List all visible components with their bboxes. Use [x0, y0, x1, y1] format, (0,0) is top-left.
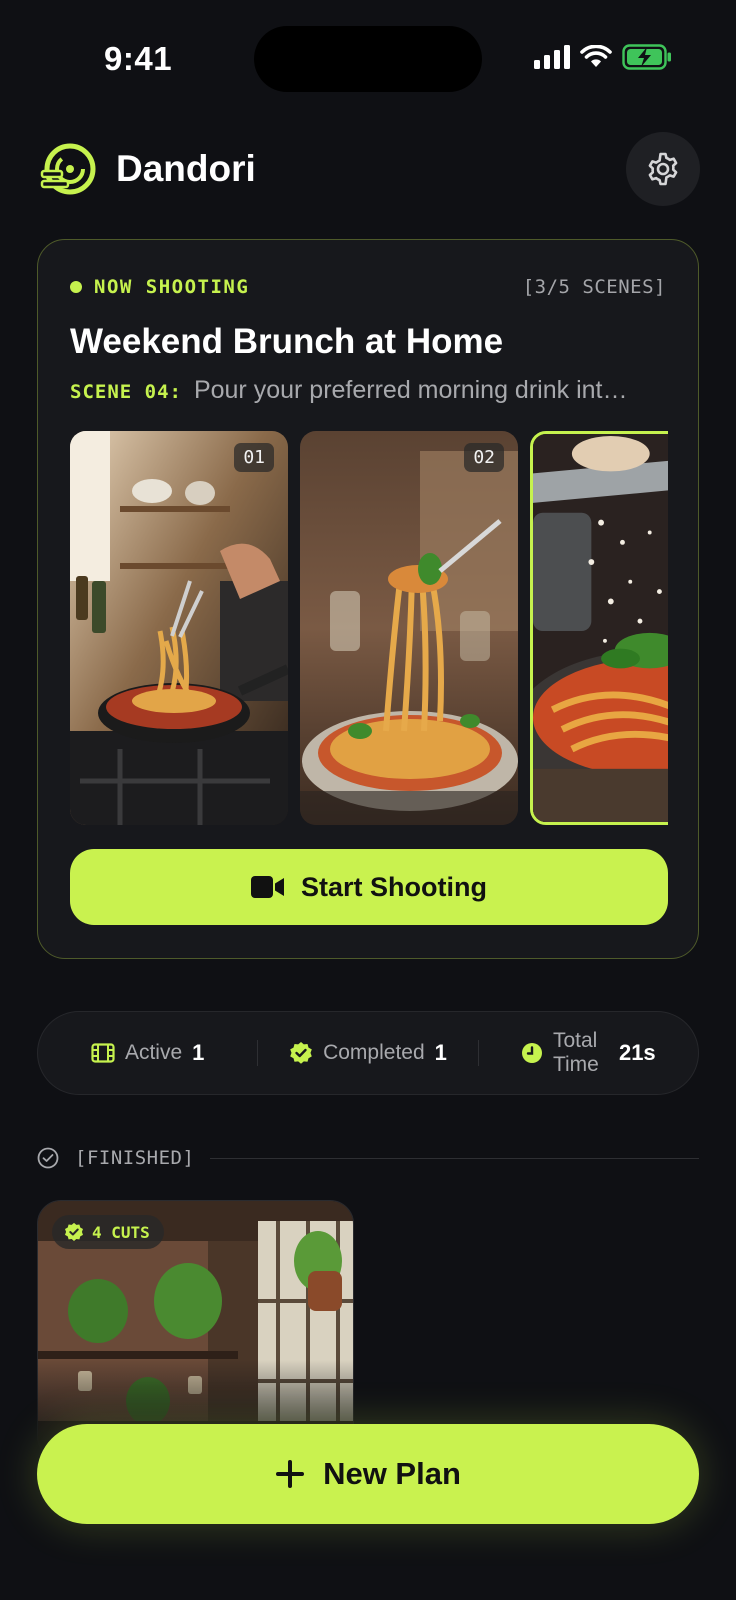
- thumbnail-number: 01: [234, 443, 274, 472]
- status-icons: [534, 44, 672, 70]
- film-icon: [91, 1043, 115, 1063]
- stat-completed-label: Completed: [323, 1041, 425, 1064]
- cellular-signal-icon: [534, 45, 570, 69]
- new-plan-button[interactable]: New Plan: [37, 1424, 699, 1524]
- cuts-badge: 4 CUTS: [52, 1215, 164, 1249]
- finished-section-label: [FINISHED]: [75, 1147, 195, 1169]
- stat-total-time-value: 21s: [618, 1040, 656, 1065]
- scene-count: [3/5 SCENES]: [522, 276, 666, 298]
- finished-section-header: [FINISHED]: [37, 1146, 699, 1170]
- stats-bar: Active 1 Completed 1 Total Time 21s: [37, 1011, 699, 1095]
- new-plan-label: New Plan: [323, 1456, 461, 1491]
- app-header: Dandori: [36, 132, 700, 206]
- now-shooting-badge: NOW SHOOTING: [70, 276, 249, 298]
- app-logo-icon: [40, 143, 96, 195]
- pasta-fork-photo: [300, 431, 518, 825]
- live-dot-icon: [70, 281, 82, 293]
- verified-check-icon: [65, 1222, 83, 1241]
- pan-cooking-photo: [70, 431, 288, 825]
- clock-icon: [521, 1043, 542, 1063]
- battery-charging-icon: [622, 44, 671, 70]
- wifi-icon: [580, 45, 612, 67]
- scene-label: SCENE 04:: [70, 381, 182, 403]
- gear-icon: [648, 152, 678, 186]
- cuts-count: 4 CUTS: [92, 1222, 150, 1242]
- scene-thumbnail[interactable]: 01: [70, 431, 288, 825]
- stat-total-time: Total Time 21s: [479, 1029, 698, 1077]
- now-shooting-card[interactable]: NOW SHOOTING [3/5 SCENES] Weekend Brunch…: [37, 239, 699, 959]
- scene-text: Pour your preferred morning drink int…: [193, 376, 628, 404]
- scene-thumbnail-strip[interactable]: 01 02: [70, 431, 668, 825]
- stat-completed-value: 1: [434, 1040, 447, 1065]
- status-bar: 9:41: [0, 0, 736, 120]
- status-time: 9:41: [104, 40, 173, 77]
- parmesan-grating-photo: [533, 434, 668, 822]
- stat-completed: Completed 1: [258, 1040, 477, 1066]
- scene-thumbnail-current[interactable]: [530, 431, 668, 825]
- section-divider: [210, 1157, 699, 1159]
- current-scene-description: SCENE 04: Pour your preferred morning dri…: [70, 376, 668, 405]
- now-shooting-label: NOW SHOOTING: [94, 276, 250, 298]
- settings-button[interactable]: [626, 132, 700, 206]
- verified-check-icon: [290, 1042, 312, 1064]
- stat-active-value: 1: [192, 1040, 205, 1065]
- plan-title: Weekend Brunch at Home: [70, 322, 504, 361]
- plus-icon: [276, 1460, 305, 1488]
- stat-total-time-label: Total Time: [552, 1029, 599, 1076]
- scene-thumbnail[interactable]: 02: [300, 431, 518, 825]
- video-camera-icon: [251, 876, 284, 898]
- card-badge-row: NOW SHOOTING [3/5 SCENES]: [70, 272, 666, 302]
- start-shooting-button[interactable]: Start Shooting: [70, 849, 668, 925]
- thumbnail-number: 02: [464, 443, 504, 472]
- dynamic-island: [254, 26, 482, 92]
- stat-active: Active 1: [38, 1040, 257, 1066]
- start-shooting-label: Start Shooting: [301, 871, 487, 902]
- check-circle-icon: [37, 1147, 59, 1169]
- app-title: Dandori: [116, 148, 256, 189]
- stat-active-label: Active: [124, 1041, 183, 1064]
